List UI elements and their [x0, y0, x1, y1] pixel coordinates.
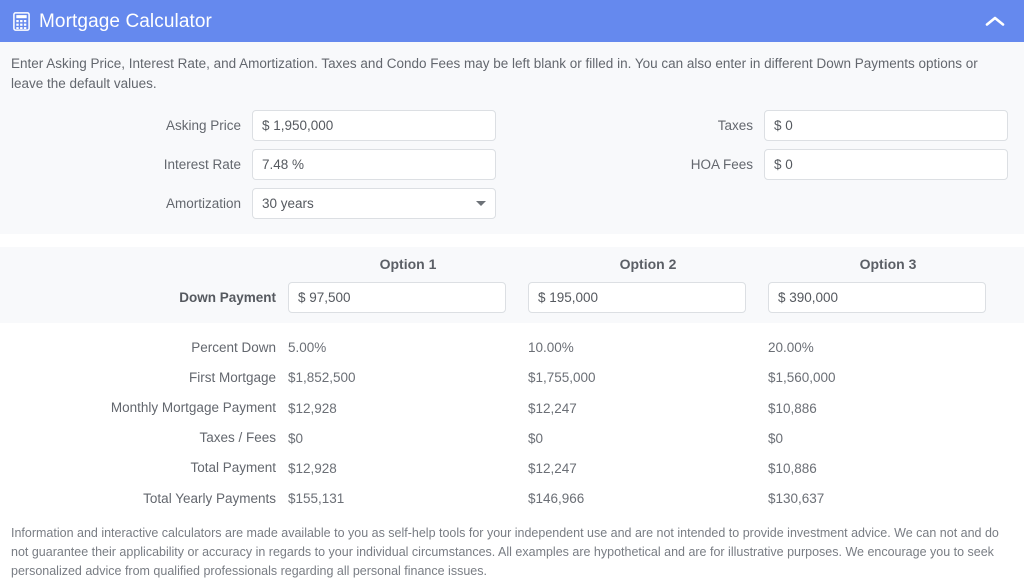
down-payment-label: Down Payment [179, 289, 276, 305]
disclaimer-text: Information and interactive calculators … [0, 519, 1024, 580]
interest-rate-label: Interest Rate [163, 156, 241, 172]
calculator-icon [13, 11, 30, 31]
total-payment-label: Total Payment [190, 460, 276, 476]
asking-price-input[interactable] [252, 109, 496, 141]
total-yearly-payments-option-2: $146,966 [528, 491, 585, 507]
taxes-fees-option-2: $0 [528, 430, 544, 446]
mortgage-calculator-widget: Mortgage Calculator Enter Asking Price, … [0, 0, 1024, 580]
collapse-toggle-button[interactable] [982, 8, 1008, 34]
asking-price-row: Asking Price [16, 109, 512, 142]
option-3-header: Option 3 [859, 255, 917, 272]
asking-price-label: Asking Price [165, 117, 241, 133]
monthly-mortgage-payment-label: Monthly Mortgage Payment [110, 399, 276, 415]
first-mortgage-label: First Mortgage [188, 369, 276, 385]
results-table: Percent Down 5.00% 10.00% 20.00% First M… [0, 322, 1024, 520]
total-payment-option-3: $10,886 [768, 460, 817, 476]
percent-down-option-2: 10.00% [528, 340, 574, 356]
down-payment-input-option-3[interactable] [768, 281, 986, 313]
first-mortgage-option-3: $1,560,000 [768, 370, 836, 386]
total-yearly-payments-option-1: $155,131 [288, 491, 345, 507]
option-2-header: Option 2 [619, 255, 677, 272]
total-payment-option-2: $12,247 [528, 460, 577, 476]
widget-header: Mortgage Calculator [0, 0, 1024, 42]
total-yearly-payments-option-3: $130,637 [768, 491, 825, 507]
inputs-column-right: Taxes HOA Fees [512, 109, 1008, 220]
down-payment-cell-2 [528, 281, 768, 313]
percent-down-option-3: 20.00% [768, 340, 814, 356]
chevron-up-icon [985, 15, 1005, 27]
amortization-row: Amortization 30 years [16, 187, 512, 220]
taxes-fees-label: Taxes / Fees [199, 430, 276, 446]
intro-text: Enter Asking Price, Interest Rate, and A… [0, 42, 1024, 105]
taxes-row: Taxes [512, 109, 1008, 142]
hoa-fees-label: HOA Fees [690, 156, 753, 172]
percent-down-option-1: 5.00% [288, 340, 327, 356]
percent-down-label: Percent Down [191, 339, 276, 355]
inputs-panel: Asking Price Interest Rate Amortization … [0, 104, 1024, 234]
hoa-fees-row: HOA Fees [512, 148, 1008, 181]
amortization-label: Amortization [165, 195, 241, 211]
taxes-label: Taxes [717, 117, 753, 133]
options-grid: Option 1 Option 2 Option 3 Down Payment [16, 256, 1008, 313]
first-mortgage-option-1: $1,852,500 [288, 370, 356, 386]
monthly-mortgage-payment-option-3: $10,886 [768, 400, 817, 416]
total-payment-option-1: $12,928 [288, 460, 337, 476]
hoa-fees-input[interactable] [764, 148, 1008, 180]
section-divider [0, 233, 1024, 247]
options-panel: Option 1 Option 2 Option 3 Down Payment [0, 246, 1024, 323]
down-payment-input-option-2[interactable] [528, 281, 746, 313]
header-left-group: Mortgage Calculator [13, 12, 212, 31]
results-grid: Percent Down 5.00% 10.00% 20.00% First M… [16, 333, 1008, 514]
taxes-fees-option-1: $0 [288, 430, 304, 446]
down-payment-cell-1 [288, 281, 528, 313]
taxes-fees-option-3: $0 [768, 430, 784, 446]
interest-rate-row: Interest Rate [16, 148, 512, 181]
down-payment-cell-3 [768, 281, 1008, 313]
amortization-select-wrap: 30 years [252, 187, 496, 219]
amortization-select[interactable]: 30 years [252, 187, 496, 219]
option-1-header: Option 1 [379, 255, 437, 272]
interest-rate-input[interactable] [252, 148, 496, 180]
down-payment-input-option-1[interactable] [288, 281, 506, 313]
total-yearly-payments-label: Total Yearly Payments [143, 490, 276, 506]
page-title: Mortgage Calculator [39, 10, 212, 32]
options-header-blank [16, 264, 288, 274]
monthly-mortgage-payment-option-1: $12,928 [288, 400, 337, 416]
taxes-input[interactable] [764, 109, 1008, 141]
first-mortgage-option-2: $1,755,000 [528, 370, 596, 386]
inputs-column-left: Asking Price Interest Rate Amortization … [16, 109, 512, 220]
monthly-mortgage-payment-option-2: $12,247 [528, 400, 577, 416]
